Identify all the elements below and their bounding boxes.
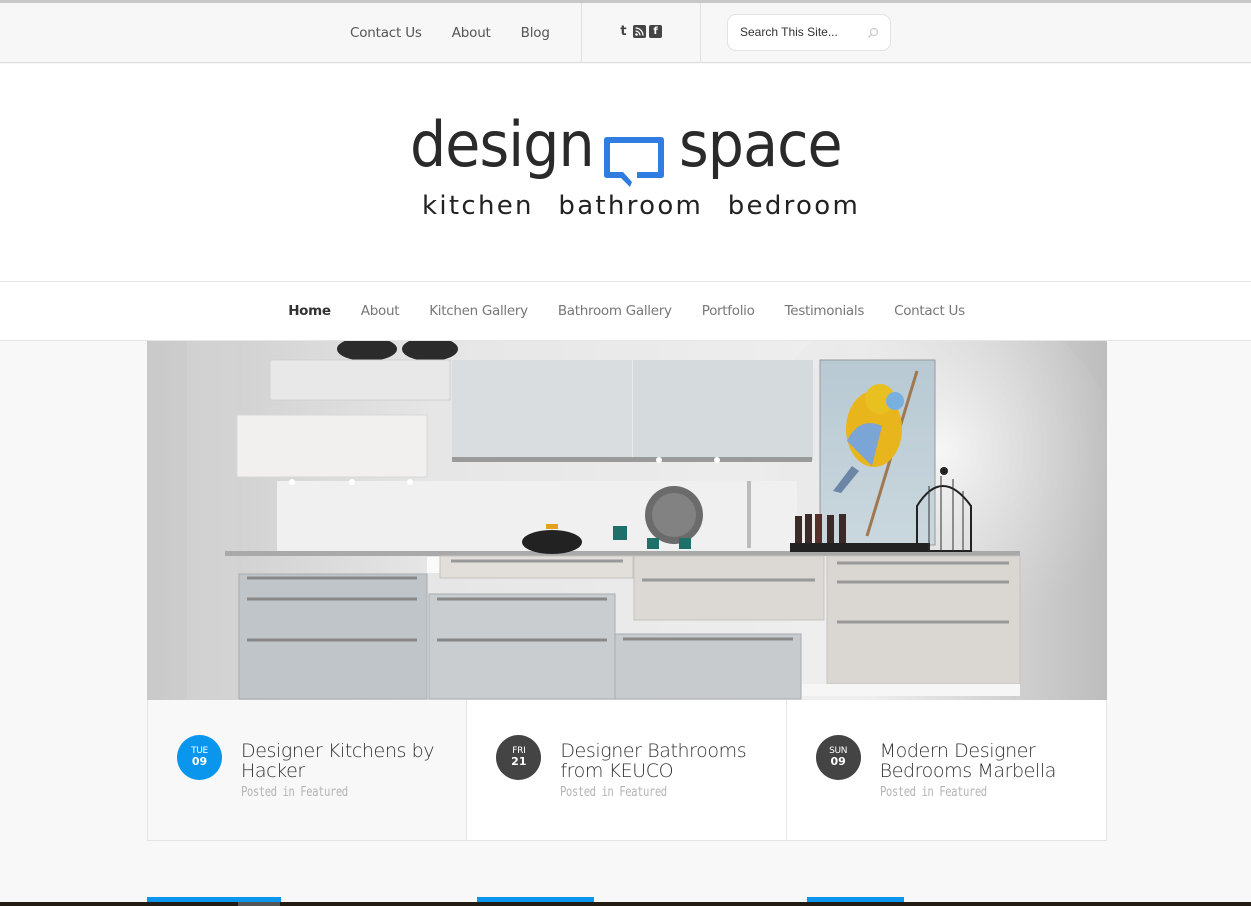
- rss-icon[interactable]: [633, 25, 646, 38]
- date-badge: FRI 21: [496, 735, 542, 780]
- post-title[interactable]: Designer Kitchens by Hacker: [241, 741, 456, 781]
- search-input[interactable]: [740, 25, 860, 39]
- kitchen-photo: [147, 341, 1107, 701]
- post-card[interactable]: FRI 21 Designer Bathrooms from KEUCO Pos…: [467, 700, 787, 840]
- logo-area: design space kitchen bathroom bedroom: [0, 64, 1251, 281]
- nav-contact-us[interactable]: Contact Us: [894, 303, 965, 319]
- date-number: 09: [830, 755, 846, 768]
- nav-home[interactable]: Home: [288, 303, 331, 319]
- nav-bathroom-gallery[interactable]: Bathroom Gallery: [558, 303, 672, 319]
- top-link-blog[interactable]: Blog: [521, 25, 550, 41]
- date-number: 09: [191, 755, 208, 768]
- post-card[interactable]: SUN 09 Modern Designer Bedrooms Marbella…: [786, 700, 1106, 840]
- divider: [700, 3, 701, 63]
- post-meta: Posted in Featured: [560, 785, 668, 800]
- top-link-contact-us[interactable]: Contact Us: [350, 25, 422, 41]
- main-nav: Home About Kitchen Gallery Bathroom Gall…: [0, 281, 1251, 341]
- twitter-icon[interactable]: t: [617, 25, 630, 38]
- footer-edge-highlight: [238, 902, 280, 906]
- nav-kitchen-gallery[interactable]: Kitchen Gallery: [429, 303, 528, 319]
- post-meta: Posted in Featured: [879, 785, 987, 800]
- logo-word-space: space: [679, 108, 843, 181]
- divider: [581, 3, 582, 63]
- featured-posts: TUE 09 Designer Kitchens by Hacker Poste…: [147, 700, 1107, 841]
- post-card[interactable]: TUE 09 Designer Kitchens by Hacker Poste…: [148, 700, 468, 840]
- logo-tagline: kitchen bathroom bedroom: [422, 191, 861, 221]
- logo-word-design: design: [410, 108, 595, 181]
- post-meta: Posted in Featured: [241, 785, 348, 800]
- post-title[interactable]: Modern Designer Bedrooms Marbella: [880, 741, 1095, 781]
- search-icon[interactable]: [867, 27, 879, 39]
- footer-edge: [0, 902, 1251, 906]
- nav-about[interactable]: About: [361, 303, 400, 319]
- top-bar: Contact Us About Blog t f: [0, 3, 1251, 63]
- date-badge: TUE 09: [177, 735, 222, 780]
- nav-portfolio[interactable]: Portfolio: [702, 303, 755, 319]
- speech-bubble-icon: [604, 137, 664, 187]
- top-link-about[interactable]: About: [452, 25, 491, 41]
- nav-testimonials[interactable]: Testimonials: [785, 303, 865, 319]
- top-links: Contact Us About Blog: [335, 3, 565, 63]
- post-title[interactable]: Designer Bathrooms from KEUCO: [560, 741, 775, 781]
- facebook-icon[interactable]: f: [649, 25, 662, 38]
- date-badge: SUN 09: [815, 735, 861, 780]
- site-logo[interactable]: design space kitchen bathroom bedroom: [410, 108, 858, 226]
- search-box: [727, 14, 891, 51]
- hero-slider-image[interactable]: [147, 341, 1107, 701]
- date-number: 21: [511, 755, 527, 768]
- social-links: t f: [617, 25, 662, 38]
